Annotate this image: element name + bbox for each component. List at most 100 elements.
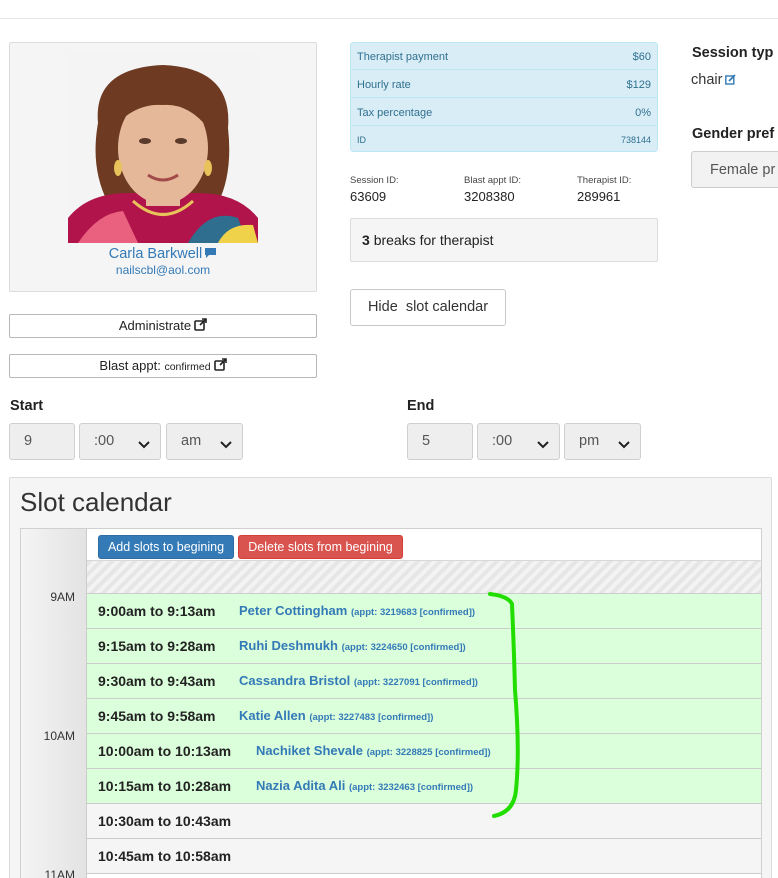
therapist-photo: [68, 53, 258, 243]
start-ampm-value: am: [181, 433, 202, 449]
therapist-id-value: 289961: [577, 189, 621, 204]
hide-slot-calendar-button[interactable]: Hide slot calendar: [350, 289, 506, 326]
start-hour-input[interactable]: 9: [9, 423, 75, 460]
end-minute-value: :00: [492, 433, 513, 449]
appt-meta: (appt: 3219683 [confirmed]): [350, 607, 476, 618]
appt-meta: (appt: 3228825 [confirmed]): [366, 747, 491, 758]
slot-client[interactable]: Ruhi Deshmukh (appt: 3224650 [confirmed]…: [239, 638, 466, 653]
slot-time: 9:30am to 9:43am: [98, 673, 216, 689]
therapist-name-link[interactable]: Carla Barkwell: [109, 246, 202, 262]
top-divider: [0, 18, 778, 19]
hour-label-11am: 11AM: [44, 868, 75, 878]
info-label: ID: [357, 135, 366, 145]
breaks-text: breaks for therapist: [373, 232, 494, 248]
info-value: 738144: [620, 135, 651, 145]
slot-time: 10:00am to 10:13am: [98, 743, 232, 759]
start-ampm-select[interactable]: am: [166, 423, 243, 460]
delete-slots-button[interactable]: Delete slots from begining: [238, 535, 403, 559]
breaks-count: 3: [362, 232, 370, 248]
end-hour-input[interactable]: 5: [407, 423, 473, 460]
slot-time: 9:45am to 9:58am: [98, 708, 216, 724]
therapist-id-block: Therapist ID: 289961: [577, 175, 631, 204]
client-name: Peter Cottingham: [239, 603, 348, 618]
therapist-name-row: Carla Barkwell: [10, 245, 316, 262]
end-minute-select[interactable]: :00: [477, 423, 560, 460]
chevron-down-icon: [138, 437, 150, 453]
slot-calendar-title: Slot calendar: [20, 487, 172, 517]
slot-row[interactable]: 9:30am to 9:43am Cassandra Bristol (appt…: [87, 664, 761, 699]
chat-icon[interactable]: [204, 246, 217, 262]
slot-row[interactable]: 9:45am to 9:58am Katie Allen (appt: 3227…: [87, 699, 761, 734]
annotation-bracket: [488, 592, 520, 818]
info-label: Tax percentage: [357, 107, 433, 119]
session-type-row: chair: [691, 72, 737, 89]
start-label: Start: [10, 398, 44, 414]
calendar-toolbar: Add slots to begining Delete slots from …: [87, 529, 761, 561]
end-ampm-select[interactable]: pm: [564, 423, 641, 460]
therapist-email-link[interactable]: nailscbl@aol.com: [10, 263, 316, 277]
info-value: 0%: [635, 107, 651, 119]
edit-icon[interactable]: [725, 73, 737, 89]
slot-client[interactable]: Peter Cottingham (appt: 3219683 [confirm…: [239, 603, 475, 618]
session-type-title: Session typ: [692, 45, 774, 61]
end-label: End: [407, 398, 435, 414]
slot-row[interactable]: 9:00am to 9:13am Peter Cottingham (appt:…: [87, 594, 761, 629]
administrate-label: Administrate: [118, 318, 192, 333]
slot-client[interactable]: Nachiket Shevale (appt: 3228825 [confirm…: [256, 743, 491, 758]
info-label: Therapist payment: [357, 51, 449, 63]
slot-row[interactable]: 10:45am to 10:58am: [87, 839, 761, 874]
external-link-icon: [213, 356, 227, 378]
slot-calendar: 9AM 10AM 11AM Add slots to begining Dele…: [20, 528, 762, 878]
unavailable-slot: [87, 561, 761, 594]
session-id-label: Session ID:: [350, 175, 399, 186]
client-name: Cassandra Bristol: [239, 673, 351, 688]
gender-preference-button[interactable]: Female pr: [691, 151, 778, 188]
session-id-value: 63609: [350, 189, 387, 204]
blast-appt-id-value: 3208380: [464, 189, 515, 204]
client-name: Nazia Adita Ali: [256, 778, 346, 793]
payment-info-table: Therapist payment $60 Hourly rate $129 T…: [350, 42, 658, 152]
add-slots-button[interactable]: Add slots to begining: [98, 535, 234, 559]
info-value: $60: [632, 51, 651, 63]
chevron-down-icon: [220, 437, 232, 453]
gender-preference-title: Gender pref: [692, 126, 775, 142]
slot-client[interactable]: Katie Allen (appt: 3227483 [confirmed]): [239, 708, 433, 723]
slot-row[interactable]: 10:00am to 10:13am Nachiket Shevale (app…: [87, 734, 761, 769]
client-name: Katie Allen: [239, 708, 306, 723]
slot-row[interactable]: 9:15am to 9:28am Ruhi Deshmukh (appt: 32…: [87, 629, 761, 664]
page: Carla Barkwell nailscbl@aol.com Administ…: [0, 0, 778, 878]
therapist-id-label: Therapist ID:: [577, 175, 632, 186]
info-row-id: ID 738144: [351, 126, 657, 153]
start-minute-select[interactable]: :00: [79, 423, 161, 460]
slot-time: 9:15am to 9:28am: [98, 638, 216, 654]
administrate-button[interactable]: Administrate: [9, 314, 317, 338]
info-label: Hourly rate: [357, 79, 411, 91]
slot-row[interactable]: 10:15am to 10:28am Nazia Adita Ali (appt…: [87, 769, 761, 804]
slot-client[interactable]: Nazia Adita Ali (appt: 3232463 [confirme…: [256, 778, 473, 793]
slot-time: 10:15am to 10:28am: [98, 778, 232, 794]
end-ampm-value: pm: [579, 433, 600, 449]
external-link-icon: [194, 316, 207, 338]
session-type-value: chair: [691, 72, 723, 88]
slot-row[interactable]: 10:30am to 10:43am: [87, 804, 761, 839]
appt-meta: (appt: 3224650 [confirmed]): [341, 642, 466, 653]
client-name: Ruhi Deshmukh: [239, 638, 338, 653]
slot-client[interactable]: Cassandra Bristol (appt: 3227091 [confir…: [239, 673, 478, 688]
breaks-panel: 3 breaks for therapist: [350, 218, 658, 262]
info-value: $129: [626, 79, 651, 91]
slot-time: 10:45am to 10:58am: [98, 848, 232, 864]
appt-meta: (appt: 3232463 [confirmed]): [348, 782, 474, 793]
blast-appt-button[interactable]: Blast appt: confirmed: [9, 354, 317, 378]
info-row-therapist-payment: Therapist payment $60: [351, 43, 657, 70]
info-row-tax-percentage: Tax percentage 0%: [351, 99, 657, 126]
appt-meta: (appt: 3227091 [confirmed]): [353, 677, 478, 688]
slot-list: 9:00am to 9:13am Peter Cottingham (appt:…: [87, 594, 761, 874]
client-name: Nachiket Shevale: [256, 743, 363, 758]
blast-appt-id-block: Blast appt ID: 3208380: [464, 175, 521, 204]
chevron-down-icon: [537, 437, 549, 453]
appt-meta: (appt: 3227483 [confirmed]): [309, 712, 434, 723]
start-minute-value: :00: [94, 433, 115, 449]
end-hour-value: 5: [422, 433, 431, 449]
hour-label-9am: 9AM: [50, 590, 75, 604]
therapist-profile-card: Carla Barkwell nailscbl@aol.com: [9, 42, 317, 292]
